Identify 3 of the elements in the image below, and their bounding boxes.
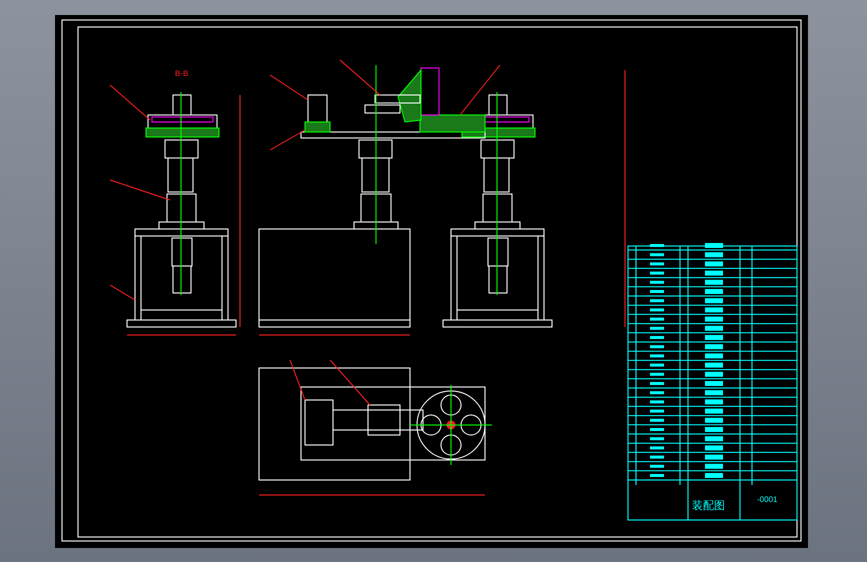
drawing-number: -0001 <box>757 495 778 504</box>
section-label: B-B <box>175 69 188 78</box>
drawing-title: 装配图 <box>692 500 725 512</box>
